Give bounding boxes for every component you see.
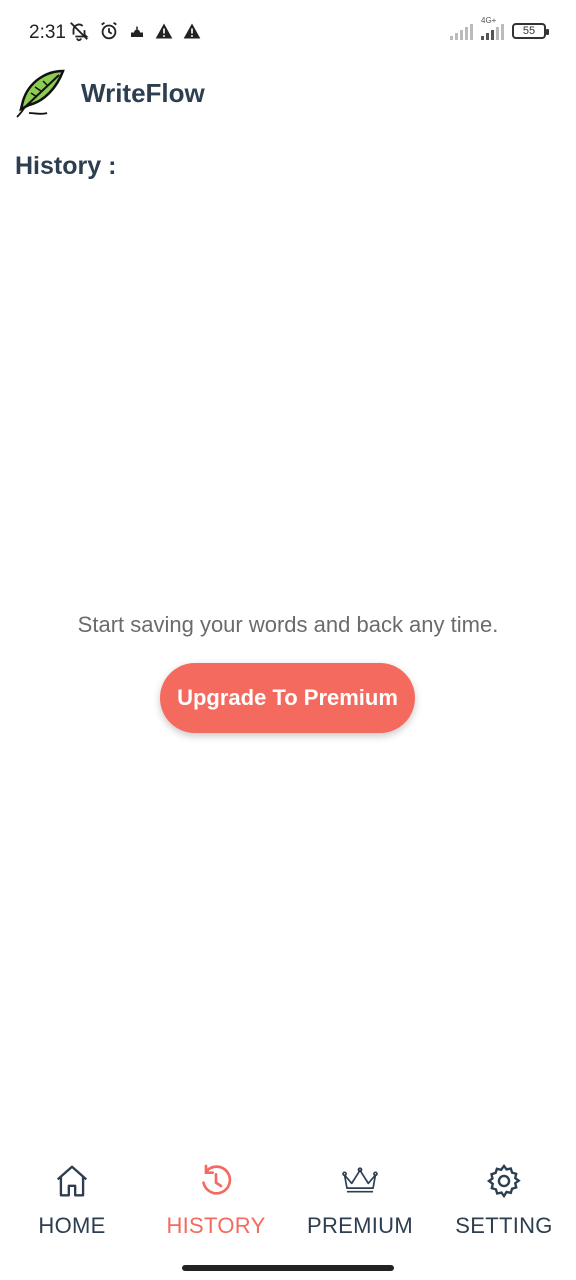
nav-item-history[interactable]: HISTORY <box>144 1155 288 1250</box>
signal-4g-group: 4G+ <box>481 16 504 40</box>
network-type: 4G+ <box>481 16 497 25</box>
bottom-nav: HOME HISTORY PREMIUM SETTING <box>0 1155 576 1250</box>
nav-label-setting: SETTING <box>455 1213 553 1238</box>
app-header: WriteFlow <box>15 66 205 120</box>
home-indicator[interactable] <box>182 1265 394 1271</box>
gear-icon <box>484 1161 524 1201</box>
battery-icon: 55 <box>512 23 549 39</box>
nav-label-home: HOME <box>38 1213 106 1238</box>
battery-level: 55 <box>522 25 536 37</box>
mosque-icon <box>131 26 143 37</box>
alarm-icon <box>101 21 117 40</box>
page-title: History : <box>15 152 117 180</box>
nav-item-home[interactable]: HOME <box>0 1155 144 1250</box>
app-title: WriteFlow <box>81 77 205 108</box>
empty-state-message: Start saving your words and back any tim… <box>77 612 499 637</box>
history-icon <box>196 1161 236 1201</box>
notifications-off-icon <box>70 22 89 42</box>
status-time: 2:31 <box>29 22 66 43</box>
upgrade-to-premium-button[interactable]: Upgrade To Premium <box>160 663 415 733</box>
nav-item-premium[interactable]: PREMIUM <box>288 1155 432 1250</box>
warning-icon <box>155 23 173 39</box>
crown-icon <box>340 1161 380 1201</box>
status-left-icons <box>68 20 202 42</box>
feather-logo-icon <box>16 69 65 118</box>
nav-label-history: HISTORY <box>166 1213 266 1238</box>
home-icon <box>52 1161 92 1201</box>
warning-icon <box>183 23 201 39</box>
status-bar: 2:31 4G+ 55 <box>0 0 576 66</box>
nav-label-premium: PREMIUM <box>307 1213 413 1238</box>
nav-item-setting[interactable]: SETTING <box>432 1155 576 1250</box>
status-right-icons: 4G+ 55 <box>450 16 549 40</box>
signal-icon <box>450 22 473 40</box>
